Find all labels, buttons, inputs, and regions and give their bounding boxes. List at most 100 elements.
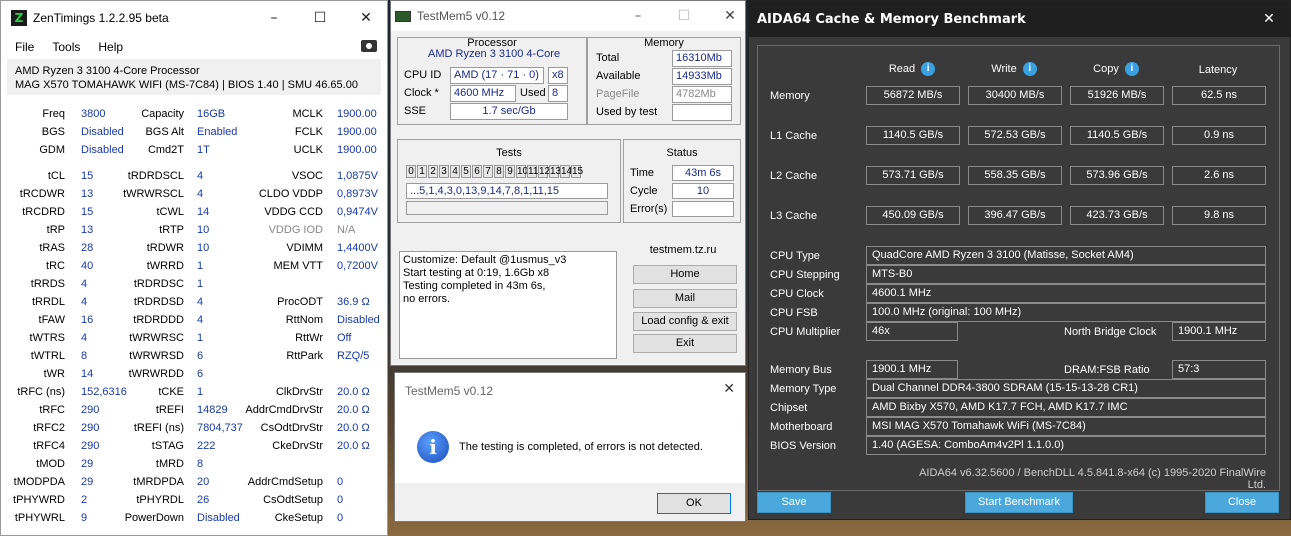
status-group: Status Time 43m 6s Cycle 10 Error(s) bbox=[623, 139, 741, 223]
timing-value: 29 bbox=[81, 476, 94, 488]
ok-button[interactable]: OK bbox=[657, 493, 731, 514]
testmem-close-button[interactable]: ✕ bbox=[707, 1, 753, 31]
timing-label: tMRD bbox=[155, 458, 184, 470]
log-line: no errors. bbox=[403, 293, 451, 305]
timing-value: 3800 bbox=[81, 108, 106, 120]
screenshot-camera-icon[interactable] bbox=[361, 40, 377, 52]
timing-value: 2 bbox=[81, 494, 88, 506]
bench-value: 450.09 GB/s bbox=[866, 206, 960, 225]
copy-info-icon[interactable]: i bbox=[1124, 62, 1139, 76]
bench-value: 2.6 ns bbox=[1172, 166, 1266, 185]
tests-group-title: Tests bbox=[496, 147, 522, 159]
clock-label: Clock * bbox=[404, 87, 439, 99]
menu-file[interactable]: File bbox=[15, 40, 34, 54]
timing-label: tCKE bbox=[158, 386, 184, 398]
clock-field: 4600 MHz bbox=[450, 85, 516, 102]
test-indicator: 9 bbox=[505, 165, 515, 178]
timing-value: 290 bbox=[81, 404, 100, 416]
timing-label: tSTAG bbox=[151, 440, 184, 452]
cpu-fsb-label: CPU FSB bbox=[770, 307, 818, 319]
aida64-window: AIDA64 Cache & Memory Benchmark ✕ Read i … bbox=[748, 0, 1291, 520]
cpuid-field: AMD (17 · 71 · 0) bbox=[450, 67, 544, 84]
timing-value: 13 bbox=[81, 188, 94, 200]
timing-label: tWRWRSD bbox=[129, 350, 184, 362]
timing-value: 20.0 Ω bbox=[337, 422, 370, 434]
close-button[interactable]: ✕ bbox=[343, 1, 389, 35]
timing-label: ProcODT bbox=[277, 296, 323, 308]
timing-label: tRAS bbox=[39, 242, 65, 254]
load-config-exit-button[interactable]: Load config & exit bbox=[633, 312, 737, 331]
memory-type-label: Memory Type bbox=[770, 383, 837, 395]
timing-value: Off bbox=[337, 332, 352, 344]
read-info-icon[interactable]: i bbox=[921, 62, 936, 76]
timing-value: 1 bbox=[197, 332, 204, 344]
test-indicator: 5 bbox=[461, 165, 471, 178]
cpuid-threads-field: x8 bbox=[548, 67, 568, 84]
available-label: Available bbox=[596, 70, 641, 82]
zentimings-window: Z ZenTimings 1.2.2.95 beta – ☐ ✕ File To… bbox=[0, 0, 388, 536]
completion-dialog: TestMem5 v0.12 ✕ i The testing is comple… bbox=[394, 372, 746, 522]
timing-row: tRFC (ns) 152,6316 tCKE 1 ClkDrvStr 20.0 Ω bbox=[1, 383, 389, 401]
menu-help[interactable]: Help bbox=[98, 40, 123, 54]
write-info-icon[interactable]: i bbox=[1022, 62, 1037, 76]
timing-value: 222 bbox=[197, 440, 216, 452]
timing-label: Cmd2T bbox=[147, 144, 184, 156]
timing-row: tPHYWRD 2 tPHYRDL 26 CsOdtSetup 0 bbox=[1, 491, 389, 509]
cpu-fsb-field: 100.0 MHz (original: 100 MHz) bbox=[866, 303, 1266, 322]
timing-value: 16GB bbox=[197, 108, 226, 120]
timing-value: 10 bbox=[197, 242, 210, 254]
bench-value: 558.35 GB/s bbox=[968, 166, 1062, 185]
log-line: Start testing at 0:19, 1.6Gb x8 bbox=[403, 267, 550, 279]
timing-row: tRCDWR 13 tWRWRSCL 4 CLDO VDDP 0,8973V bbox=[1, 185, 389, 203]
bench-label: L2 Cache bbox=[770, 170, 818, 182]
system-info: AMD Ryzen 3 3100 4-Core Processor MAG X5… bbox=[7, 59, 381, 95]
cpu-name: AMD Ryzen 3 3100 4-Core Processor bbox=[15, 65, 200, 77]
start-benchmark-button[interactable]: Start Benchmark bbox=[965, 492, 1073, 513]
timing-label: tRDRDDD bbox=[133, 314, 184, 326]
aida-close-button[interactable]: ✕ bbox=[1246, 1, 1291, 37]
bench-value: 573.71 GB/s bbox=[866, 166, 960, 185]
timing-label: tWRRD bbox=[146, 260, 184, 272]
timing-label: BGS bbox=[41, 126, 65, 138]
test-indicator: 12 bbox=[538, 165, 551, 178]
timing-row: tFAW 16 tRDRDDD 4 RttNom Disabled bbox=[1, 311, 389, 329]
timing-value: 4 bbox=[197, 296, 204, 308]
menu-tools[interactable]: Tools bbox=[52, 40, 80, 54]
testmem-window: TestMem5 v0.12 – ☐ ✕ Processor AMD Ryzen… bbox=[390, 0, 746, 366]
site-label: testmem.tz.ru bbox=[649, 244, 717, 256]
cpu-clock-label: CPU Clock bbox=[770, 288, 824, 300]
timing-label: tFAW bbox=[38, 314, 65, 326]
exit-button[interactable]: Exit bbox=[633, 334, 737, 353]
timing-label: CsOdtDrvStr bbox=[260, 422, 323, 434]
save-button[interactable]: Save bbox=[757, 492, 831, 513]
timing-label: tRDRDSD bbox=[133, 296, 184, 308]
testmem-maximize-button[interactable]: ☐ bbox=[661, 1, 707, 31]
timing-value: 0 bbox=[337, 512, 344, 524]
testmem-minimize-button[interactable]: – bbox=[615, 1, 661, 31]
aida-close-dialog-button[interactable]: Close bbox=[1205, 492, 1279, 513]
cpu-type-label: CPU Type bbox=[770, 250, 820, 262]
used-field: 8 bbox=[548, 85, 568, 102]
dialog-close-button[interactable]: ✕ bbox=[723, 381, 735, 397]
timing-value: 20.0 Ω bbox=[337, 404, 370, 416]
timing-value: 4 bbox=[81, 332, 88, 344]
memory-group-title: Memory bbox=[644, 37, 684, 49]
bench-value: 573.96 GB/s bbox=[1070, 166, 1164, 185]
timing-value: 6 bbox=[197, 368, 204, 380]
bench-label: Memory bbox=[770, 90, 810, 102]
mail-button[interactable]: Mail bbox=[633, 289, 737, 308]
minimize-button[interactable]: – bbox=[251, 1, 297, 35]
home-button[interactable]: Home bbox=[633, 265, 737, 284]
timing-row: tRFC 290 tREFI 14829 AddrCmdDrvStr 20.0 Ω bbox=[1, 401, 389, 419]
timing-label: tWTRS bbox=[29, 332, 65, 344]
timing-value: N/A bbox=[337, 224, 356, 236]
timing-value: 29 bbox=[81, 458, 94, 470]
memory-group: Memory Total 16310Mb Available 14933Mb P… bbox=[587, 37, 741, 125]
maximize-button[interactable]: ☐ bbox=[297, 1, 343, 35]
bench-value: 423.73 GB/s bbox=[1070, 206, 1164, 225]
tests-group: Tests 0 1 2 3 4 5 6 7 8 9 101112131415 ...5,1,4,3,… bbox=[397, 139, 621, 223]
timing-label: FCLK bbox=[294, 126, 323, 138]
timing-label: UCLK bbox=[293, 144, 323, 156]
timing-label: tWRWRSCL bbox=[123, 188, 184, 200]
timing-label: CkeDrvStr bbox=[272, 440, 323, 452]
